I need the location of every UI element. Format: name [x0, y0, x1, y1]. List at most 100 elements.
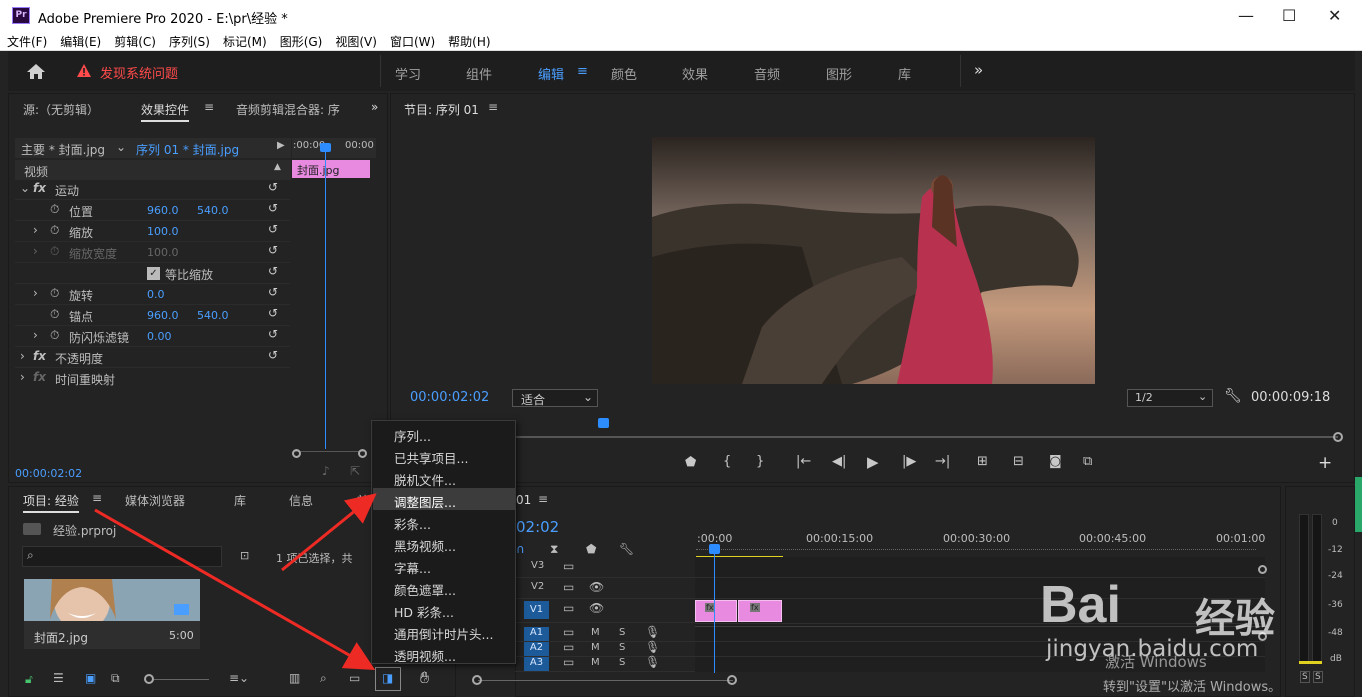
timeline-clip[interactable]: fx [738, 600, 782, 622]
expand-timeline-icon[interactable]: ▶ [277, 140, 285, 151]
sync-lock-icon[interactable]: ▭ [563, 625, 574, 639]
mute-button[interactable]: M [591, 657, 600, 668]
program-video-frame[interactable] [652, 137, 1095, 384]
solo-left-button[interactable]: S [1300, 671, 1310, 683]
stopwatch-icon[interactable]: ⏱ [50, 223, 59, 238]
hand-tool-icon[interactable]: ✋︎ [420, 668, 429, 688]
sync-lock-icon[interactable]: ▭ [563, 601, 574, 615]
menu-graphics[interactable]: 图形(G) [273, 31, 329, 50]
tab-audio-clip-mixer[interactable]: 音频剪辑混合器: 序 [236, 101, 340, 118]
reset-icon[interactable]: ↺ [268, 222, 278, 236]
zoom-slider-handle[interactable] [144, 674, 154, 684]
stopwatch-icon[interactable]: ⏱ [50, 307, 59, 322]
new-bin-from-search-icon[interactable]: ⊡ [240, 549, 249, 562]
panel-menu-icon[interactable]: ≡ [488, 100, 498, 114]
anchor-y-value[interactable]: 540.0 [197, 309, 229, 322]
stopwatch-icon[interactable]: ⏱ [50, 202, 59, 217]
new-bin-icon[interactable]: ▭ [349, 671, 360, 685]
workspace-assembly[interactable]: 组件 [466, 64, 492, 83]
scroll-handle-left[interactable] [472, 675, 482, 685]
workspace-graphics[interactable]: 图形 [826, 64, 852, 83]
track-target-a3[interactable]: A3 [524, 657, 549, 671]
menu-view[interactable]: 视图(V) [328, 31, 383, 50]
mute-button[interactable]: M [591, 627, 600, 638]
timeline-playhead[interactable] [709, 544, 720, 554]
step-back-icon[interactable]: ◀| [832, 454, 846, 469]
uniform-scale-checkbox[interactable]: ✓ [147, 267, 160, 280]
system-issue-link[interactable]: 发现系统问题 [100, 63, 178, 82]
scale-value[interactable]: 100.0 [147, 225, 179, 238]
mute-button[interactable]: M [591, 642, 600, 653]
reset-icon[interactable]: ↺ [268, 306, 278, 320]
reset-icon[interactable]: ↺ [268, 285, 278, 299]
scrub-zoom-handle[interactable] [1333, 432, 1343, 442]
fx-icon[interactable]: fx [33, 349, 46, 363]
anchor-x-value[interactable]: 960.0 [147, 309, 179, 322]
project-search-input[interactable]: ⌕ [22, 546, 222, 567]
comparison-view-icon[interactable]: ⧉ [1083, 454, 1092, 469]
extract-icon[interactable]: ⊟ [1013, 454, 1024, 469]
workspace-learn[interactable]: 学习 [395, 64, 421, 83]
menu-item-countdown-leader[interactable]: 通用倒计时片头... [373, 620, 515, 642]
solo-button[interactable]: S [619, 627, 625, 638]
tab-info[interactable]: 信息 [289, 492, 313, 509]
menu-item-offline-file[interactable]: 脱机文件... [373, 466, 515, 488]
scroll-handle-right[interactable] [727, 675, 737, 685]
effect-controls-timecode[interactable]: 00:00:02:02 [15, 467, 82, 480]
fx-icon[interactable]: fx [33, 181, 46, 195]
program-current-timecode[interactable]: 00:00:02:02 [410, 390, 489, 405]
chevron-down-icon[interactable]: ⌄ [116, 140, 126, 154]
home-icon[interactable] [26, 63, 46, 80]
panel-menu-icon[interactable]: ≡ [538, 492, 548, 506]
reset-icon[interactable]: ↺ [268, 201, 278, 215]
audio-icon[interactable]: ♪ [322, 464, 330, 478]
menu-item-color-matte[interactable]: 颜色遮罩... [373, 576, 515, 598]
panel-menu-icon[interactable]: ≡ [204, 100, 214, 114]
automate-to-sequence-icon[interactable]: ▥ [289, 671, 300, 685]
mini-playhead[interactable] [320, 143, 331, 152]
reset-icon[interactable]: ↺ [268, 243, 278, 257]
program-scrub-bar[interactable] [410, 436, 1338, 438]
menu-item-adjustment-layer[interactable]: 调整图层... [373, 488, 515, 510]
solo-button[interactable]: S [619, 657, 625, 668]
stopwatch-icon[interactable]: ⏱ [50, 286, 59, 301]
new-item-icon[interactable]: ◨ [375, 667, 401, 691]
scrollbar-thumb[interactable] [1355, 477, 1362, 532]
linked-selection-icon[interactable]: ⧗ [550, 542, 558, 557]
go-to-in-icon[interactable]: |← [796, 454, 811, 469]
camera-icon[interactable]: ◙ [1049, 454, 1062, 469]
menu-marker[interactable]: 标记(M) [216, 31, 273, 50]
eye-icon[interactable]: 👁︎ [589, 601, 604, 615]
find-icon[interactable]: ⌕ [320, 671, 327, 686]
sync-lock-icon[interactable]: ▭ [563, 580, 574, 594]
stopwatch-icon[interactable]: ⏱ [50, 328, 59, 343]
tab-effects[interactable]: 效 [357, 492, 369, 509]
zoom-handle-left[interactable] [292, 449, 301, 458]
program-playhead[interactable] [598, 418, 609, 428]
workspace-libraries[interactable]: 库 [898, 64, 911, 83]
sync-lock-icon[interactable]: ▭ [563, 655, 574, 669]
add-marker-icon[interactable]: ⬟ [586, 542, 596, 556]
tab-libraries[interactable]: 库 [234, 492, 246, 509]
tab-effect-controls[interactable]: 效果控件 [141, 101, 190, 122]
timeline-timecode[interactable]: 02:02 [516, 518, 559, 536]
track-target-v1[interactable]: V1 [524, 601, 549, 619]
master-clip-label[interactable]: 主要 * 封面.jpg [21, 141, 105, 158]
add-button-icon[interactable]: + [1318, 453, 1332, 473]
mark-in-icon[interactable]: { [723, 454, 731, 469]
tab-source[interactable]: 源:（无剪辑） [23, 101, 99, 118]
rotation-value[interactable]: 0.0 [147, 288, 165, 301]
reset-icon[interactable]: ↺ [268, 264, 278, 278]
flicker-value[interactable]: 0.00 [147, 330, 172, 343]
position-x-value[interactable]: 960.0 [147, 204, 179, 217]
panel-menu-icon[interactable]: ≡ [92, 491, 102, 505]
icon-view-icon[interactable]: ▣ [85, 671, 96, 685]
timeline-clip[interactable]: fx [695, 600, 737, 622]
microphone-icon[interactable]: 🎙︎ [645, 640, 660, 654]
eye-icon[interactable]: 👁︎ [589, 580, 604, 594]
reset-icon[interactable]: ↺ [268, 348, 278, 362]
sync-lock-icon[interactable]: ▭ [563, 559, 574, 573]
menu-item-hd-bars[interactable]: HD 彩条... [373, 598, 515, 620]
reset-icon[interactable]: ↺ [268, 180, 278, 194]
menu-edit[interactable]: 编辑(E) [53, 31, 107, 50]
